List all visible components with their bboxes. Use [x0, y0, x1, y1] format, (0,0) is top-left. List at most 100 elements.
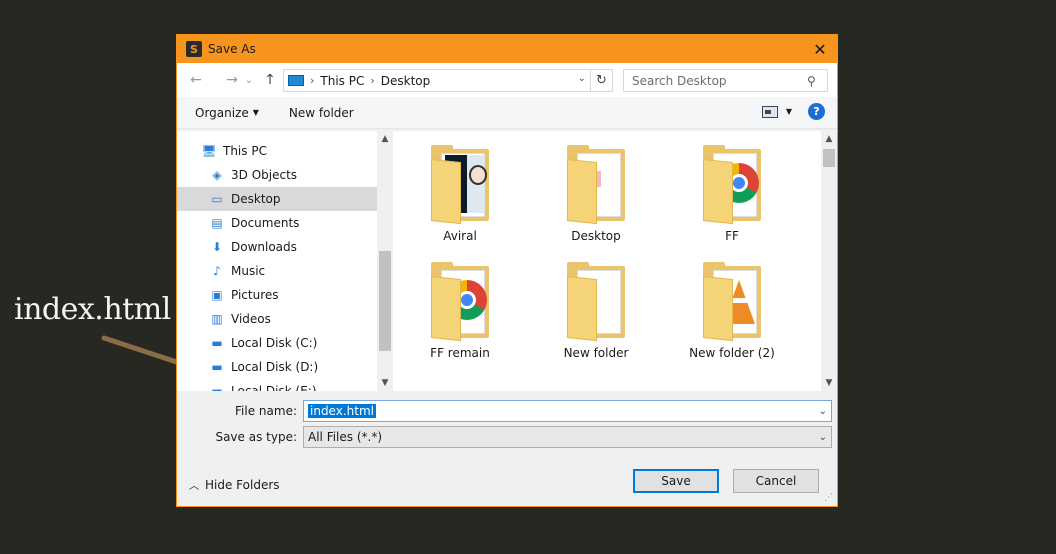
sidebar-item[interactable]: ▤ Documents	[177, 211, 392, 235]
sidebar-item[interactable]: ▣ Pictures	[177, 283, 392, 307]
save-type-label: Save as type:	[215, 430, 297, 444]
file-item-label: Aviral	[443, 229, 477, 243]
sidebar-item[interactable]: ▬ Local Disk (E:)	[177, 379, 392, 391]
cancel-button[interactable]: Cancel	[733, 469, 819, 493]
sublime-text-icon: S	[186, 41, 202, 57]
file-name-value[interactable]: index.html	[308, 404, 376, 418]
sidebar-scrollbar[interactable]: ▲ ▼	[377, 131, 393, 391]
resize-grip-icon[interactable]: ⋰	[824, 493, 833, 503]
file-item[interactable]: Aviral	[395, 145, 525, 243]
drive-icon: ▬	[211, 360, 223, 374]
search-placeholder: Search Desktop	[632, 73, 727, 88]
sidebar-item-label: Videos	[231, 312, 271, 326]
file-name-input[interactable]: index.html ⌄	[303, 400, 832, 422]
desktop-icon: ▭	[211, 192, 223, 206]
help-icon[interactable]: ?	[808, 103, 825, 120]
sidebar-item[interactable]: ▥ Videos	[177, 307, 392, 331]
computer-icon: 🖥	[201, 144, 217, 158]
sidebar-item[interactable]: ⬇ Downloads	[177, 235, 392, 259]
sidebar-item[interactable]: ♪ Music	[177, 259, 392, 283]
sidebar-item-label: Local Disk (D:)	[231, 360, 319, 374]
save-type-value: All Files (*.*)	[308, 430, 383, 444]
sidebar-item-label: Desktop	[231, 192, 281, 206]
chevron-down-icon[interactable]: ⌄	[819, 432, 827, 443]
file-item-label: FF remain	[430, 346, 490, 360]
recent-locations-icon[interactable]: ⌄	[243, 69, 255, 91]
drive-icon: ▬	[211, 384, 223, 391]
back-arrow-icon[interactable]: ←	[185, 69, 207, 91]
file-item[interactable]: Desktop	[531, 145, 661, 243]
folder-chrome-icon	[431, 262, 489, 342]
scroll-thumb[interactable]	[379, 251, 391, 351]
cube-icon: ◈	[212, 168, 222, 182]
folder-vlc-icon	[703, 262, 761, 342]
breadcrumb-desktop[interactable]: Desktop	[381, 74, 431, 88]
file-item[interactable]: New folder	[531, 262, 661, 360]
refresh-icon[interactable]: ↻	[590, 70, 612, 91]
sidebar-item[interactable]: ▭ Desktop	[177, 187, 392, 211]
save-type-select[interactable]: All Files (*.*) ⌄	[303, 426, 832, 448]
title-bar: S Save As ✕	[177, 35, 837, 63]
hide-folders-button[interactable]: ︿ Hide Folders	[189, 477, 280, 493]
file-item[interactable]: FF remain	[395, 262, 525, 360]
sidebar-item[interactable]: ◈ 3D Objects	[177, 163, 392, 187]
organize-button[interactable]: Organize ▼	[195, 106, 259, 120]
scroll-up-icon[interactable]: ▲	[821, 131, 837, 147]
search-input[interactable]: Search Desktop ⚲	[623, 69, 828, 92]
scroll-down-icon[interactable]: ▼	[821, 375, 837, 391]
folder-chrome-icon	[703, 145, 761, 225]
file-item-label: Desktop	[571, 229, 621, 243]
sidebar-item-label: Local Disk (C:)	[231, 336, 318, 350]
chevron-down-icon[interactable]: ⌄	[578, 73, 586, 84]
dialog-title: Save As	[208, 42, 256, 56]
chevron-down-icon[interactable]: ⌄	[819, 406, 827, 417]
view-icon	[761, 105, 778, 118]
chevron-up-icon: ︿	[189, 481, 199, 492]
sidebar-item-label: 3D Objects	[231, 168, 298, 182]
picture-icon: ▣	[211, 288, 223, 302]
sidebar-item[interactable]: 🖥 This PC	[177, 139, 392, 163]
command-toolbar: Organize ▼ New folder ▼ ?	[177, 97, 837, 129]
dialog-footer: ︿ Hide Folders Save Cancel ⋰	[177, 465, 837, 505]
save-as-dialog: S Save As ✕ ← → ⌄ ↑ › This PC › Desktop …	[176, 34, 838, 507]
save-type-row: Save as type: All Files (*.*) ⌄	[177, 425, 837, 449]
file-item[interactable]: New folder (2)	[667, 262, 797, 360]
file-item[interactable]: FF	[667, 145, 797, 243]
computer-icon	[288, 75, 304, 86]
file-item-label: New folder (2)	[689, 346, 775, 360]
sidebar-item[interactable]: ▬ Local Disk (D:)	[177, 355, 392, 379]
sidebar-item[interactable]: ▬ Local Disk (C:)	[177, 331, 392, 355]
forward-arrow-icon[interactable]: →	[221, 69, 243, 91]
sidebar-item-label: This PC	[223, 144, 267, 158]
view-options-button[interactable]: ▼	[761, 105, 792, 118]
sidebar-item-label: Pictures	[231, 288, 279, 302]
dropdown-arrow-icon: ▼	[252, 108, 259, 117]
dropdown-arrow-icon: ▼	[785, 107, 792, 116]
close-icon[interactable]: ✕	[803, 35, 837, 63]
sidebar-item-label: Music	[231, 264, 266, 278]
drive-icon: ▬	[211, 336, 223, 350]
file-item-label: New folder	[563, 346, 629, 360]
sidebar-item-label: Local Disk (E:)	[231, 384, 317, 391]
new-folder-button[interactable]: New folder	[289, 106, 354, 120]
navigation-bar: ← → ⌄ ↑ › This PC › Desktop ⌄ ↻ Search D…	[177, 63, 837, 97]
music-icon: ♪	[213, 264, 221, 278]
sidebar-item-label: Documents	[231, 216, 300, 230]
folder-icon	[567, 262, 625, 342]
save-button[interactable]: Save	[633, 469, 719, 493]
file-list: Aviral Desktop FF FF remain New folder New fo…	[395, 131, 819, 391]
scroll-up-icon[interactable]: ▲	[377, 131, 393, 147]
scroll-down-icon[interactable]: ▼	[377, 375, 393, 391]
sidebar-item-label: Downloads	[231, 240, 297, 254]
breadcrumb-this-pc[interactable]: This PC	[320, 74, 364, 88]
download-icon: ⬇	[211, 240, 223, 254]
address-bar[interactable]: › This PC › Desktop ⌄ ↻	[283, 69, 613, 92]
files-scrollbar[interactable]: ▲ ▼	[821, 131, 837, 391]
scroll-thumb[interactable]	[823, 149, 835, 167]
folder-photo-icon	[431, 145, 489, 225]
search-icon[interactable]: ⚲	[807, 74, 827, 88]
up-arrow-icon[interactable]: ↑	[259, 69, 281, 91]
folder-icon	[567, 145, 625, 225]
browser-area: 🖥 This PC ◈ 3D Objects ▭ Desktop ▤ Documents ⬇ Do…	[177, 131, 837, 391]
file-name-label: File name:	[235, 404, 297, 418]
